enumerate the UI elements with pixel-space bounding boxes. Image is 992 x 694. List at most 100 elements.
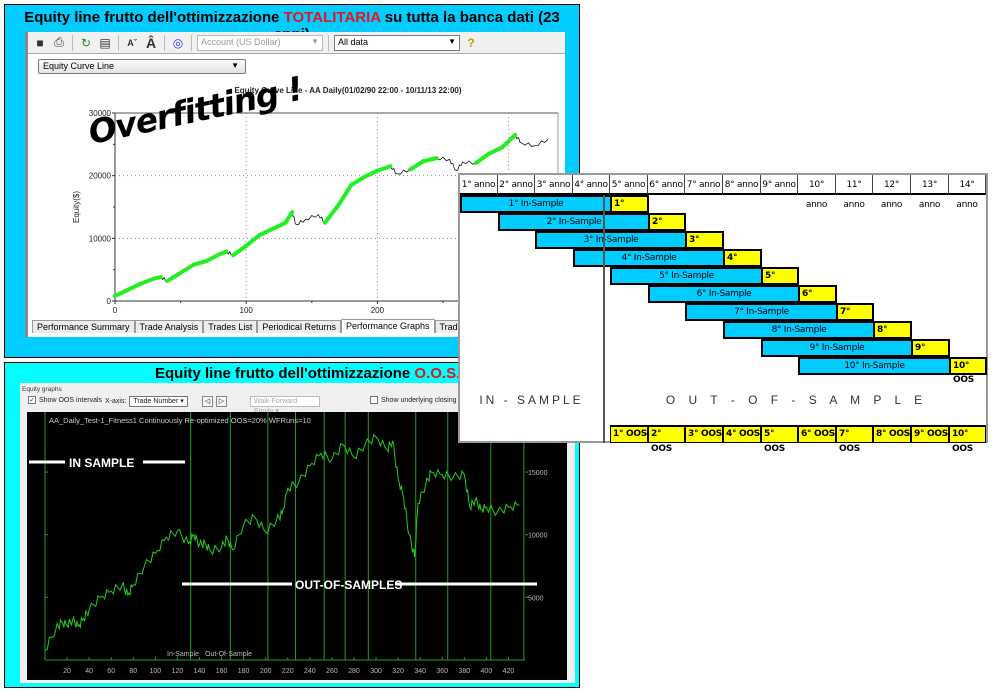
x-tick-label: 220 xyxy=(282,668,294,675)
toolbar-separator xyxy=(328,34,329,51)
show-closing-checkbox[interactable] xyxy=(370,396,378,404)
export-icon[interactable]: ▤ xyxy=(97,35,113,51)
chevron-down-icon: ▼ xyxy=(231,61,239,70)
tab-trades-list[interactable]: Trades List xyxy=(203,320,258,333)
oos-bar: 7° OOS xyxy=(836,303,874,331)
equity-new-high-segment xyxy=(178,262,196,275)
oos-bar: 6° OOS xyxy=(798,285,837,313)
equity-new-high-segment xyxy=(283,210,295,225)
year-header: 12° anno xyxy=(873,175,911,210)
x-tick-label: 20 xyxy=(63,668,71,675)
equity-select[interactable]: Walk-Forward Equity ▾ xyxy=(250,396,320,415)
equity-new-high-segment xyxy=(421,156,439,164)
title-highlight: TOTALITARIA xyxy=(283,9,381,26)
legend-in-sample: In-Sample xyxy=(167,651,199,658)
next-button[interactable]: ▷ xyxy=(216,396,227,407)
x-tick-label: 380 xyxy=(458,668,470,675)
x-tick-label: 180 xyxy=(238,668,250,675)
equity-new-high-segment xyxy=(408,159,426,172)
chevron-down-icon: ▼ xyxy=(311,36,319,46)
equity-new-high-segment xyxy=(139,276,157,286)
report-tabs: Performance Summary Trade Analysis Trades … xyxy=(32,319,491,333)
print-icon[interactable]: ⎙ xyxy=(51,35,67,51)
y-tick-label: 10000 xyxy=(89,234,112,243)
in-sample-bar: 6° In-Sample xyxy=(648,285,800,303)
year-header: 13° anno xyxy=(911,175,949,210)
prev-button[interactable]: ◁ xyxy=(202,396,213,407)
in-sample-bar: 10° In-Sample xyxy=(798,357,951,375)
show-oos-toggle[interactable]: ✓ Show OOS intervals xyxy=(28,396,102,404)
tab-performance-graphs[interactable]: Performance Graphs xyxy=(340,319,435,333)
equity-new-high-segment xyxy=(217,249,229,256)
x-axis-label: Trade Number xyxy=(281,316,333,317)
in-sample-region-label: IN - SAMPLE xyxy=(479,393,584,407)
target-icon[interactable]: ◎ xyxy=(170,35,186,51)
oos-bar: 5° OOS xyxy=(761,267,799,295)
y-tick-label: 20000 xyxy=(89,172,112,181)
tab-periodical-returns[interactable]: Periodical Returns xyxy=(257,320,341,333)
equity-new-high-segment xyxy=(231,243,249,258)
range-select[interactable]: All data ▼ xyxy=(334,34,460,51)
x-tick-label: 400 xyxy=(481,668,493,675)
bottom-oos-cell: 10° OOS xyxy=(949,425,986,454)
help-icon[interactable]: ? xyxy=(463,35,479,51)
equity-new-high-segment xyxy=(473,151,491,166)
panel2-title: Equity line frutto dell'ottimizzazione O… xyxy=(155,365,461,382)
oos-bar: 2° OOS xyxy=(648,213,686,241)
x-tick-label: 80 xyxy=(129,668,137,675)
toolbar-separator xyxy=(72,34,73,51)
walk-forward-chart-area: 20 40 60 80 100 120 140 160 180 200 220 240 260 280 30… xyxy=(27,412,567,680)
toolbar: ■ ⎙ ↻ ▤ Aˇ Â ◎ Account (US Dollar) ▼ All… xyxy=(28,32,565,54)
show-oos-checkbox[interactable]: ✓ xyxy=(28,396,36,404)
x-tick-label: 240 xyxy=(304,668,316,675)
equity-new-high-segment xyxy=(257,226,275,238)
x-tick-label: 200 xyxy=(260,668,272,675)
in-sample-bar: 2° In-Sample xyxy=(498,213,650,231)
oos-bar: 3° OOS xyxy=(685,231,724,259)
in-sample-bar: 5° In-Sample xyxy=(610,267,763,285)
bottom-oos-cell: 9° OOS xyxy=(911,425,949,443)
equity-new-high-segment xyxy=(322,203,341,225)
equity-new-high-segment xyxy=(486,145,505,156)
chart-title: AA_Daily_Test-1_Fitness1 Continuously Re… xyxy=(49,416,311,425)
x-tick-label: 260 xyxy=(326,668,338,675)
xaxis-select[interactable]: Trade Number ▾ xyxy=(129,396,188,407)
year-header: 10° anno xyxy=(798,175,836,210)
walk-forward-equity-chart: 20 40 60 80 100 120 140 160 180 200 220 240 260 280 30… xyxy=(29,412,548,675)
chevron-down-icon: ▼ xyxy=(448,36,456,46)
toolbar-separator xyxy=(118,34,119,51)
equity-new-high-segment xyxy=(204,252,222,263)
tab-performance-summary[interactable]: Performance Summary xyxy=(32,320,135,333)
year-header: 4° anno xyxy=(573,175,610,195)
tab-trade-analysis[interactable]: Trade Analysis xyxy=(134,320,204,333)
x-tick-label: 300 xyxy=(370,668,382,675)
xaxis-control: X-axis: Trade Number ▾ xyxy=(105,396,188,407)
refresh-icon[interactable]: ↻ xyxy=(78,35,94,51)
x-tick-label: 40 xyxy=(85,668,93,675)
year-header: 7° anno xyxy=(685,175,723,195)
equity-select-wrap: Walk-Forward Equity ▾ xyxy=(250,396,320,415)
curve-type-select[interactable]: Equity Curve Line ▼ xyxy=(38,59,246,74)
bottom-oos-cell: 2° OOS xyxy=(648,425,685,454)
x-tick-label: 420 xyxy=(503,668,515,675)
account-select[interactable]: Account (US Dollar) ▼ xyxy=(197,34,323,51)
equity-new-high-segment xyxy=(336,183,354,208)
x-tick-label: 120 xyxy=(172,668,184,675)
font-larger-icon[interactable]: Â xyxy=(143,35,159,51)
equity-new-high-segment xyxy=(375,164,393,173)
year-header: 5° anno xyxy=(610,175,648,195)
bottom-oos-cell: 7° OOS xyxy=(836,425,873,454)
in-sample-bar: 3° In-Sample xyxy=(535,231,687,249)
toolbar-separator xyxy=(191,34,192,51)
in-sample-bar: 8° In-Sample xyxy=(723,321,875,339)
year-header: 8° anno xyxy=(723,175,761,195)
year-header: 14° anno xyxy=(949,175,986,210)
oos-annotation: OUT-OF-SAMPLES xyxy=(295,578,402,592)
save-icon[interactable]: ■ xyxy=(32,35,48,51)
x-tick-label: 320 xyxy=(392,668,404,675)
group-label: Equity graphs xyxy=(22,386,62,393)
x-tick-label: 160 xyxy=(216,668,228,675)
font-smaller-icon[interactable]: Aˇ xyxy=(124,35,140,51)
next-icon: ▷ xyxy=(218,398,225,405)
bottom-oos-cell: 8° OOS xyxy=(873,425,911,443)
